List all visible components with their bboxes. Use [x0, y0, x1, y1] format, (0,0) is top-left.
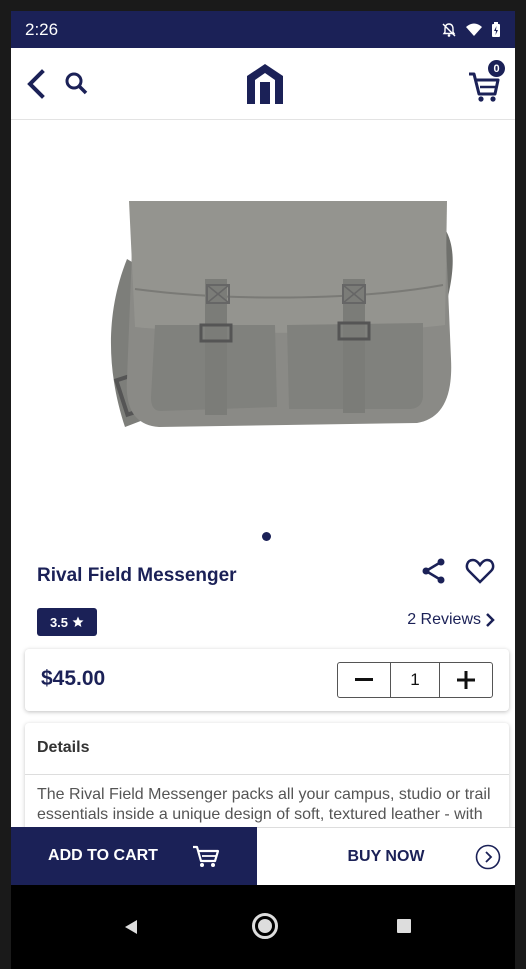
chevron-circle-right-icon: [475, 844, 501, 870]
quantity-value[interactable]: 1: [390, 663, 440, 697]
store-logo-icon[interactable]: [245, 62, 285, 106]
product-image[interactable]: [25, 129, 501, 517]
chevron-right-icon: [486, 613, 495, 627]
image-pager-dot[interactable]: [262, 532, 271, 541]
minus-icon: [355, 678, 373, 681]
decrease-quantity-button[interactable]: [338, 663, 390, 697]
device-frame: 2:26 0 Rival Field Messenger 3.5 2 Revie…: [0, 0, 526, 969]
buy-now-button[interactable]: BUY NOW: [257, 827, 515, 885]
rating-value: 3.5: [49, 614, 69, 630]
app-bar: 0: [11, 48, 515, 120]
nav-back-icon[interactable]: [123, 919, 139, 935]
search-icon[interactable]: [63, 70, 89, 98]
star-icon: [72, 616, 84, 627]
quantity-stepper: 1: [337, 662, 493, 698]
back-arrow-icon[interactable]: [23, 68, 49, 100]
cart-button[interactable]: 0: [467, 60, 507, 106]
add-to-cart-label: ADD TO CART: [48, 847, 158, 864]
wifi-icon: [466, 23, 482, 36]
reviews-link[interactable]: 2 Reviews: [407, 611, 495, 629]
notifications-off-icon: [442, 22, 456, 37]
nav-home-icon: [258, 919, 272, 933]
messenger-bag-image: [110, 201, 453, 427]
share-icon[interactable]: [421, 557, 447, 585]
product-price: $45.00: [41, 667, 106, 690]
battery-icon: [492, 21, 500, 37]
status-bar: 2:26: [11, 11, 515, 48]
screen: 2:26 0 Rival Field Messenger 3.5 2 Revie…: [11, 11, 515, 969]
plus-icon: [457, 671, 475, 689]
bottom-action-bar: ADD TO CART BUY NOW: [11, 827, 515, 885]
nav-recents-icon[interactable]: [397, 919, 411, 933]
status-icons: [441, 21, 501, 38]
price-card: $45.00 1: [25, 649, 509, 711]
buy-now-label: BUY NOW: [347, 847, 425, 865]
reviews-label: 2 Reviews: [407, 611, 481, 628]
system-navigation-bar: [11, 885, 515, 969]
rating-badge: 3.5: [37, 608, 97, 636]
status-time: 2:26: [25, 19, 59, 39]
nav-home-button[interactable]: [252, 913, 278, 939]
add-to-cart-button[interactable]: ADD TO CART: [11, 827, 257, 885]
increase-quantity-button[interactable]: [440, 663, 492, 697]
cart-icon: [192, 845, 220, 867]
heart-icon[interactable]: [465, 557, 495, 585]
details-heading[interactable]: Details: [25, 723, 509, 775]
cart-count-badge: 0: [488, 60, 505, 77]
product-title: Rival Field Messenger: [37, 565, 237, 586]
